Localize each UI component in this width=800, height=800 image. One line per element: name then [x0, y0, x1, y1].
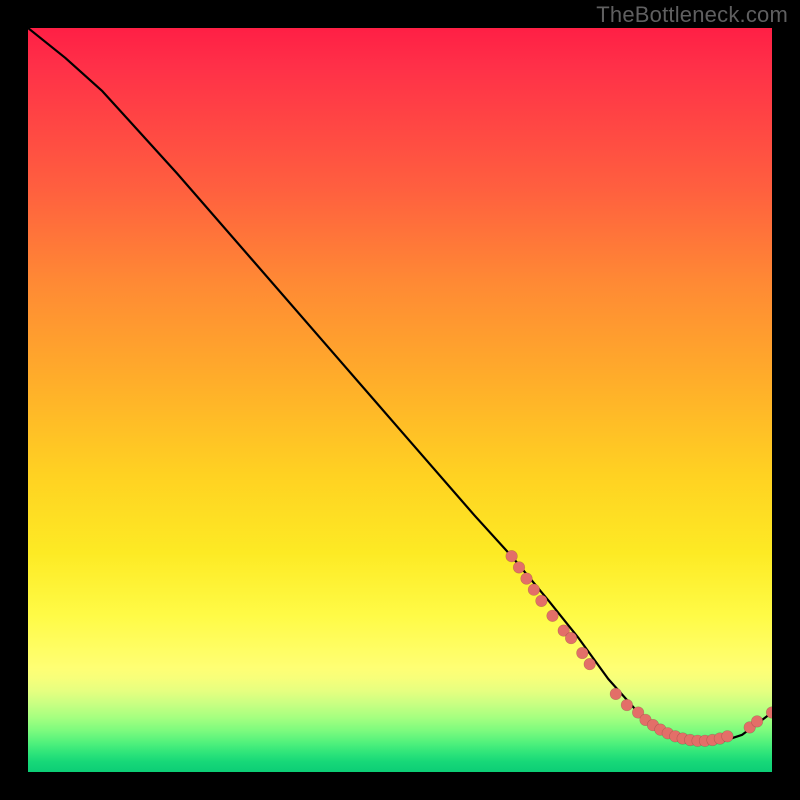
data-point [521, 573, 533, 585]
data-point [584, 658, 596, 670]
data-point [506, 550, 518, 562]
points-group [506, 550, 772, 746]
data-point [536, 595, 548, 607]
chart-svg [28, 28, 772, 772]
data-point [621, 699, 633, 711]
data-point [751, 716, 763, 728]
data-point [528, 584, 540, 596]
data-point [610, 688, 622, 700]
plot-area [28, 28, 772, 772]
chart-frame: TheBottleneck.com [0, 0, 800, 800]
data-point [513, 562, 525, 574]
watermark-text: TheBottleneck.com [596, 2, 788, 28]
series-curve [28, 28, 772, 742]
data-point [577, 647, 589, 659]
data-point [722, 731, 734, 743]
data-point [547, 610, 559, 622]
data-point [565, 632, 577, 644]
